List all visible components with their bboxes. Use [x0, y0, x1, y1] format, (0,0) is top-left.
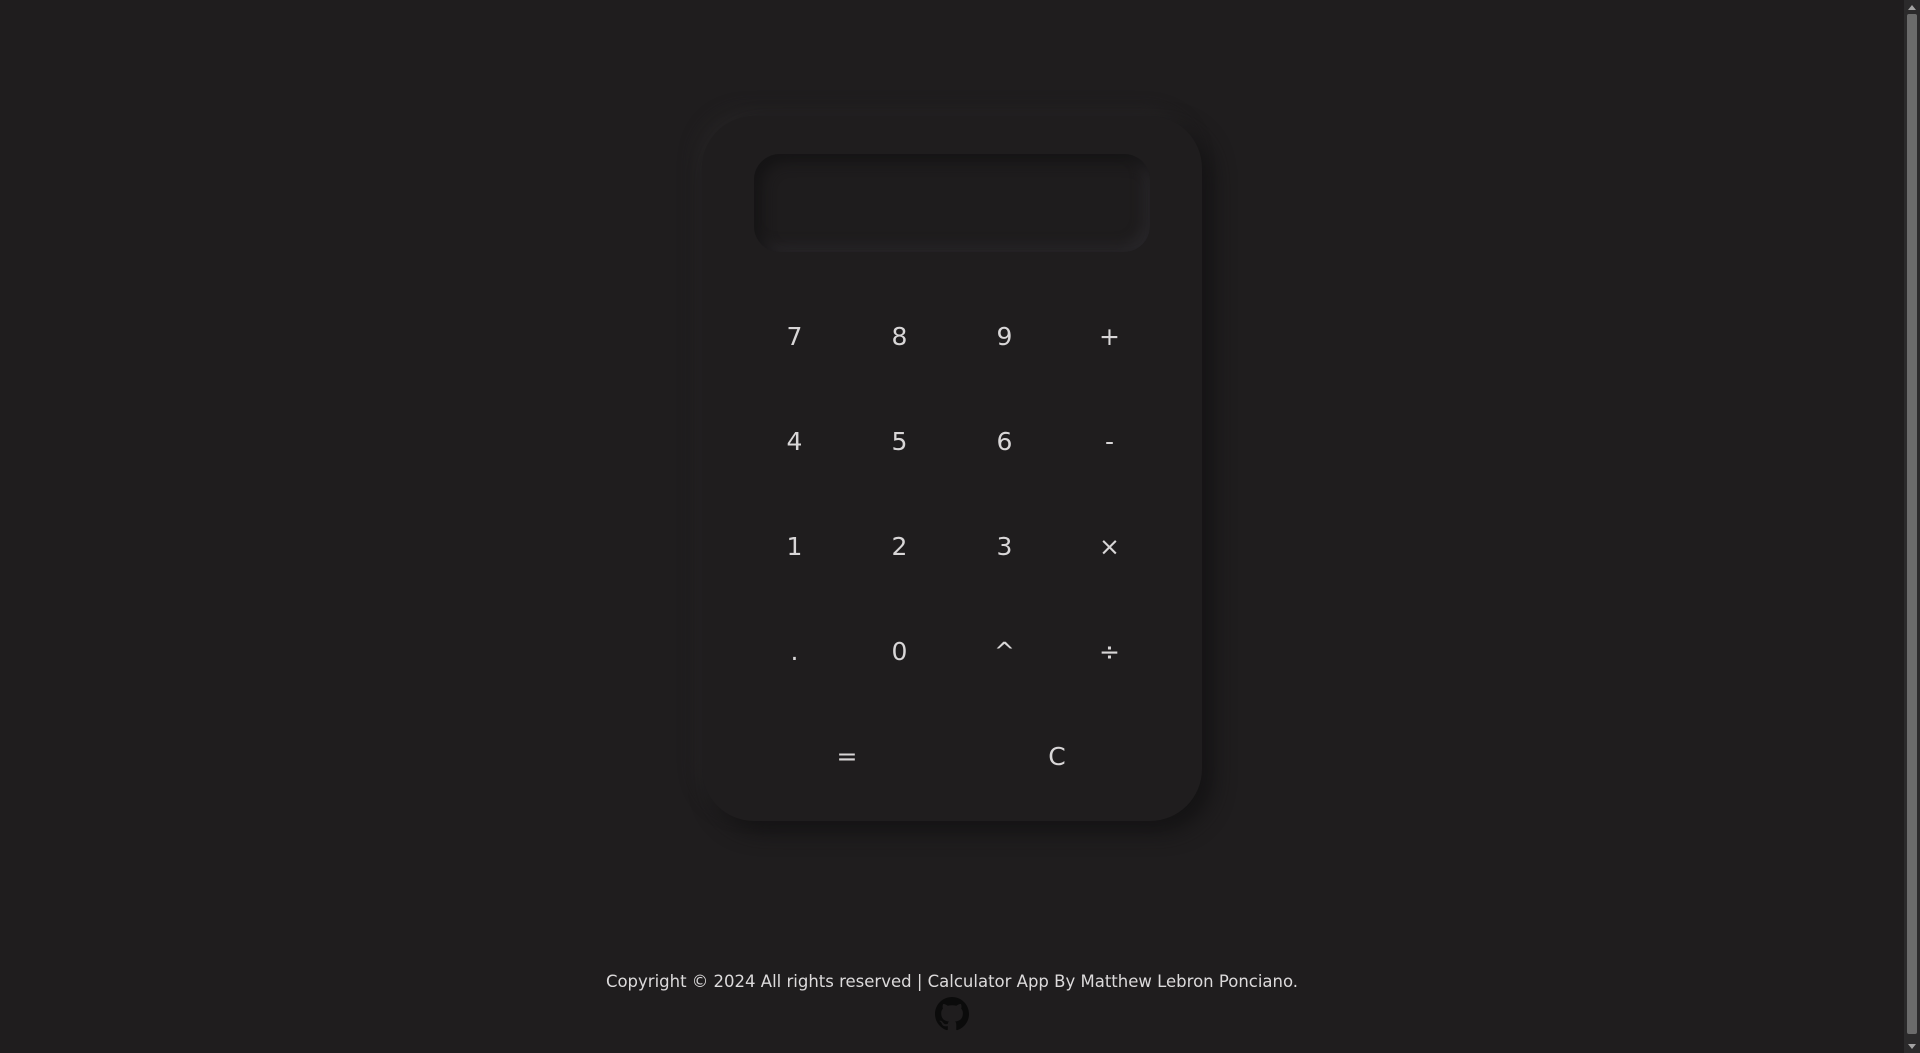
key-5[interactable]: 5: [847, 389, 952, 494]
keypad: 7 8 9 + 4 5 6 - 1 2 3 × . 0 ^ ÷ = C: [742, 284, 1162, 809]
key-8[interactable]: 8: [847, 284, 952, 389]
key-3[interactable]: 3: [952, 494, 1057, 599]
footer-copyright: Copyright © 2024 All rights reserved | C…: [605, 972, 1299, 991]
key-9[interactable]: 9: [952, 284, 1057, 389]
key-0[interactable]: 0: [847, 599, 952, 704]
key-decimal[interactable]: .: [742, 599, 847, 704]
key-multiply[interactable]: ×: [1057, 494, 1162, 599]
scroll-down-icon[interactable]: [1904, 1039, 1920, 1053]
key-power[interactable]: ^: [952, 599, 1057, 704]
calculator-display: [754, 154, 1150, 252]
key-add[interactable]: +: [1057, 284, 1162, 389]
scrollbar-thumb[interactable]: [1907, 14, 1917, 1034]
key-equals[interactable]: =: [742, 704, 952, 809]
key-divide[interactable]: ÷: [1057, 599, 1162, 704]
key-6[interactable]: 6: [952, 389, 1057, 494]
key-subtract[interactable]: -: [1057, 389, 1162, 494]
scroll-up-icon[interactable]: [1904, 0, 1920, 14]
github-link[interactable]: [935, 997, 969, 1031]
calculator: 7 8 9 + 4 5 6 - 1 2 3 × . 0 ^ ÷ = C: [702, 116, 1202, 821]
page: 7 8 9 + 4 5 6 - 1 2 3 × . 0 ^ ÷ = C Copy…: [0, 0, 1920, 1053]
key-1[interactable]: 1: [742, 494, 847, 599]
key-2[interactable]: 2: [847, 494, 952, 599]
key-clear[interactable]: C: [952, 704, 1162, 809]
github-icon: [935, 997, 969, 1031]
key-7[interactable]: 7: [742, 284, 847, 389]
key-4[interactable]: 4: [742, 389, 847, 494]
page-scrollbar[interactable]: [1904, 0, 1920, 1053]
